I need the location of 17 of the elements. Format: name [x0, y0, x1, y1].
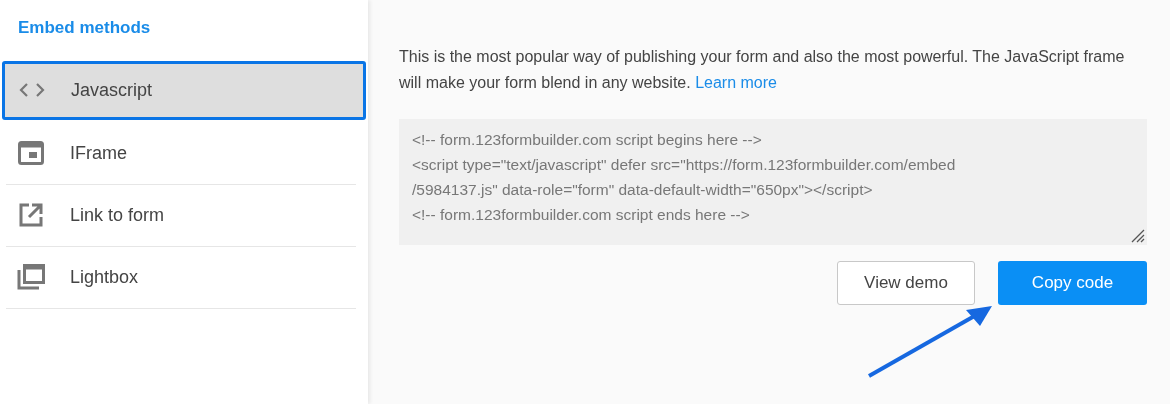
sidebar-item[interactable]: Link to form	[6, 184, 356, 247]
sidebar-item[interactable]: Lightbox	[6, 246, 356, 309]
code-line: <script type="text/javascript" defer src="https://form.123formbuilder.com/embed	[412, 155, 957, 175]
stacked-windows-icon	[17, 264, 45, 290]
description: This is the most popular way of publishing your form and also the most powerful. The JavaScript frame will make your form blend in any website. Learn more	[399, 47, 1126, 93]
code-icon	[19, 82, 45, 98]
sidebar-title: Embed methods	[17, 17, 152, 39]
code-line: /5984137.js" data-role="form" data-default-width="650px"></script>	[412, 180, 874, 200]
code-line: <!-- form.123formbuilder.com script ends here -->	[412, 205, 751, 225]
code-line: <!-- form.123formbuilder.com script begins here -->	[412, 130, 763, 150]
sidebar-item[interactable]: Javascript	[2, 60, 366, 120]
code-textarea[interactable]	[399, 119, 1147, 245]
external-link-icon	[19, 203, 43, 227]
view-demo-button[interactable]: View demo	[837, 261, 975, 305]
window-icon	[18, 141, 44, 165]
resize-handle-icon	[1129, 227, 1145, 243]
sidebar-item[interactable]: IFrame	[6, 122, 356, 185]
